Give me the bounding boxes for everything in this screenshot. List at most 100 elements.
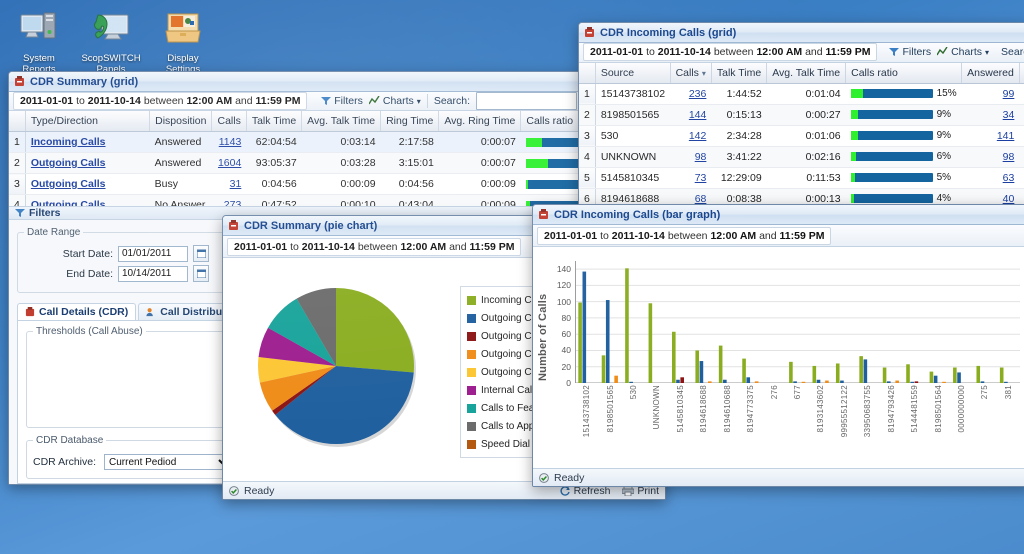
cell-answered[interactable]: 99 xyxy=(961,83,1020,105)
cell-no-answer[interactable]: 102 xyxy=(1019,104,1024,126)
answered-link[interactable]: 141 xyxy=(997,130,1015,142)
cell-calls[interactable]: 73 xyxy=(670,167,712,189)
cell-calls[interactable]: 1604 xyxy=(211,152,247,174)
bar[interactable] xyxy=(742,358,746,383)
col-type-direction[interactable]: Type/Direction xyxy=(25,111,151,132)
table-row[interactable]: 2 Outgoing Calls Answered 1604 93:05:37 0:03:… xyxy=(9,152,581,174)
bar[interactable] xyxy=(789,361,793,383)
bar[interactable] xyxy=(957,372,961,383)
bar[interactable] xyxy=(895,380,899,383)
cell-no-answer[interactable]: 4 xyxy=(1019,167,1024,189)
bar[interactable] xyxy=(676,379,680,383)
cell-calls[interactable]: 142 xyxy=(670,125,712,147)
bar[interactable] xyxy=(942,381,946,383)
charts-button[interactable]: Charts ▾ xyxy=(368,95,421,107)
calls-link[interactable]: 236 xyxy=(689,88,707,100)
bar[interactable] xyxy=(980,381,985,383)
bar[interactable] xyxy=(723,379,727,383)
bar[interactable] xyxy=(614,375,618,383)
bar[interactable] xyxy=(578,302,582,383)
filters-button[interactable]: Filters xyxy=(321,95,363,107)
bar[interactable] xyxy=(625,268,629,383)
col-avg-ring-time[interactable]: Avg. Ring Time xyxy=(438,111,522,132)
table-row[interactable]: 55145810345 73 12:29:090:11:53 5% 63 4 xyxy=(579,167,1024,189)
col-calls[interactable]: Calls ▾ xyxy=(670,62,712,84)
type-direction-link[interactable]: Outgoing Calls xyxy=(31,157,106,169)
cell-answered[interactable]: 141 xyxy=(961,125,1020,147)
col-calls-ratio[interactable]: Calls ratio xyxy=(520,111,581,132)
cell-type-direction[interactable]: Outgoing Calls xyxy=(25,194,150,206)
table-row[interactable]: 3530 142 2:34:280:01:06 9% 141 1 xyxy=(579,125,1024,147)
cdr-archive-select[interactable]: Current Pediod xyxy=(104,454,233,470)
calls-link[interactable]: 73 xyxy=(695,172,707,184)
table-row[interactable]: 4UNKNOWN 98 3:41:220:02:16 6% 98 0 xyxy=(579,146,1024,168)
bar[interactable] xyxy=(933,375,938,383)
col-disposition[interactable]: Disposition xyxy=(149,111,213,132)
window-cdr-incoming-bar[interactable]: CDR Incoming Calls (bar graph) 2011-01-0… xyxy=(532,204,1024,487)
calls-link[interactable]: 273 xyxy=(224,199,242,206)
col-calls-ratio[interactable]: Calls ratio xyxy=(845,62,963,84)
desktop-icon-display-settings[interactable]: Display Settings xyxy=(150,6,216,75)
bar[interactable] xyxy=(629,381,633,383)
bar[interactable] xyxy=(754,381,759,383)
bar[interactable] xyxy=(648,303,653,383)
cell-calls[interactable]: 144 xyxy=(670,104,712,126)
cell-answered[interactable]: 98 xyxy=(961,146,1020,168)
bar[interactable] xyxy=(680,377,684,383)
cell-calls[interactable]: 98 xyxy=(670,146,712,168)
bar[interactable] xyxy=(976,365,981,383)
bar[interactable] xyxy=(601,355,606,383)
cell-calls[interactable]: 1143 xyxy=(211,131,247,153)
titlebar-cdr-incoming-bar[interactable]: CDR Incoming Calls (bar graph) xyxy=(533,205,1024,225)
col-avg-talk-time[interactable]: Avg. Talk Time xyxy=(301,111,382,132)
answered-link[interactable]: 99 xyxy=(1003,88,1015,100)
calendar-icon[interactable] xyxy=(193,265,209,282)
search-input[interactable] xyxy=(476,92,577,110)
bar[interactable] xyxy=(695,350,700,383)
cell-type-direction[interactable]: Outgoing Calls xyxy=(25,152,150,174)
bar[interactable] xyxy=(671,331,676,383)
window-cdr-incoming-grid[interactable]: CDR Incoming Calls (grid) 2011-01-01 to … xyxy=(578,22,1024,212)
calls-link[interactable]: 98 xyxy=(695,151,707,163)
bar[interactable] xyxy=(882,367,887,383)
bar[interactable] xyxy=(929,371,934,383)
desktop-icon-system-reports[interactable]: System Reports xyxy=(6,6,72,75)
type-direction-link[interactable]: Outgoing Calls xyxy=(31,199,106,206)
cell-calls[interactable]: 236 xyxy=(670,83,712,105)
bar[interactable] xyxy=(840,380,844,383)
bar[interactable] xyxy=(910,381,915,383)
cell-answered[interactable]: 34 xyxy=(961,104,1020,126)
bar[interactable] xyxy=(825,380,829,383)
bar[interactable] xyxy=(718,345,723,383)
bar[interactable] xyxy=(699,361,704,383)
cell-no-answer[interactable]: 1 xyxy=(1019,125,1024,147)
bar[interactable] xyxy=(999,367,1004,383)
titlebar-cdr-incoming-grid[interactable]: CDR Incoming Calls (grid) xyxy=(579,23,1024,43)
col-talk-time[interactable]: Talk Time xyxy=(246,111,303,132)
bar[interactable] xyxy=(886,381,891,383)
cell-no-answer[interactable]: 0 xyxy=(1019,146,1024,168)
calls-link[interactable]: 1604 xyxy=(218,157,241,169)
answered-link[interactable]: 98 xyxy=(1003,151,1015,163)
cell-calls[interactable]: 273 xyxy=(211,194,247,206)
table-row[interactable]: 4 Outgoing Calls No Answer 273 0:47:52 0:00:1… xyxy=(9,194,581,206)
bar[interactable] xyxy=(914,381,919,383)
type-direction-link[interactable]: Incoming Calls xyxy=(31,136,106,148)
answered-link[interactable]: 63 xyxy=(1003,172,1015,184)
calls-link[interactable]: 144 xyxy=(689,109,707,121)
end-date-input[interactable] xyxy=(118,265,188,282)
calls-link[interactable]: 142 xyxy=(689,130,707,142)
table-row[interactable]: 28198501565 144 0:15:130:00:27 9% 34 102 xyxy=(579,104,1024,126)
bar[interactable] xyxy=(812,365,817,383)
table-row[interactable]: 115143738102 236 1:44:520:01:04 15% 99 137 xyxy=(579,83,1024,105)
col-avg-talk-time[interactable]: Avg. Talk Time xyxy=(766,62,847,84)
cell-no-answer[interactable]: 137 xyxy=(1019,83,1024,105)
desktop-icon-scopswitch-panels[interactable]: ScopSWITCH Panels xyxy=(78,6,144,75)
col-talk-time[interactable]: Talk Time xyxy=(711,62,768,84)
cell-type-direction[interactable]: Incoming Calls xyxy=(25,131,150,153)
tab-call-details-cdr[interactable]: Call Details (CDR) xyxy=(17,303,137,320)
bar[interactable] xyxy=(708,381,712,383)
bar[interactable] xyxy=(1004,381,1008,383)
calls-link[interactable]: 1143 xyxy=(219,136,242,148)
col-ring-time[interactable]: Ring Time xyxy=(380,111,440,132)
